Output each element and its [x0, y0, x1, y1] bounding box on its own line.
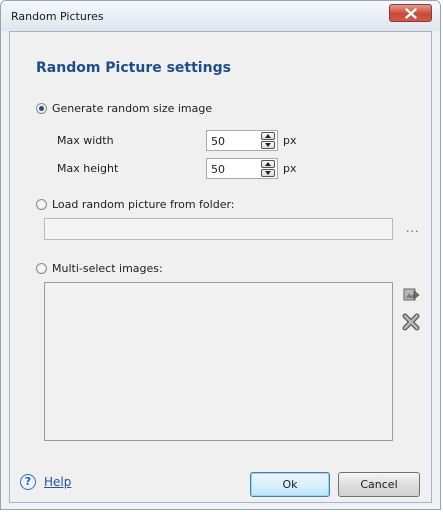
- max-height-spin-buttons: [261, 160, 276, 177]
- max-width-unit: px: [283, 134, 297, 147]
- folder-path-input[interactable]: [44, 218, 393, 240]
- max-width-increment-button[interactable]: [261, 132, 275, 140]
- radio-multi-label: Multi-select images:: [52, 262, 163, 275]
- max-height-spinner[interactable]: 50: [206, 158, 278, 179]
- remove-image-button[interactable]: [402, 313, 420, 334]
- radio-generate-random-size[interactable]: [36, 103, 47, 114]
- max-width-value: 50: [211, 135, 225, 148]
- dialog-content: Random Picture settings Generate random …: [9, 31, 432, 503]
- max-height-increment-button[interactable]: [261, 160, 275, 168]
- close-icon: [405, 8, 417, 19]
- help-link[interactable]: Help: [44, 475, 71, 489]
- arrow-down-icon: [265, 143, 271, 147]
- add-image-icon: [403, 288, 420, 301]
- help-icon[interactable]: ?: [20, 474, 36, 490]
- ok-button[interactable]: Ok: [250, 472, 330, 497]
- radio-load-from-folder[interactable]: [36, 199, 47, 210]
- max-height-value: 50: [211, 163, 225, 176]
- remove-image-icon: [402, 313, 420, 331]
- radio-folder-label: Load random picture from folder:: [52, 198, 235, 211]
- dialog-window: Random Pictures Random Picture settings …: [0, 0, 441, 510]
- close-button[interactable]: [389, 4, 432, 22]
- max-width-spinner[interactable]: 50: [206, 130, 278, 151]
- cancel-button[interactable]: Cancel: [338, 472, 420, 497]
- radio-generate-label: Generate random size image: [52, 102, 213, 115]
- max-height-label: Max height: [57, 162, 119, 175]
- images-listbox[interactable]: [44, 282, 393, 441]
- max-height-unit: px: [283, 162, 297, 175]
- arrow-down-icon: [265, 171, 271, 175]
- max-width-spin-buttons: [261, 132, 276, 149]
- radio-multi-select[interactable]: [36, 263, 47, 274]
- browse-folder-button[interactable]: ...: [406, 222, 420, 235]
- max-width-label: Max width: [57, 134, 114, 147]
- max-width-decrement-button[interactable]: [261, 141, 275, 149]
- arrow-up-icon: [265, 134, 271, 138]
- arrow-up-icon: [265, 162, 271, 166]
- settings-heading: Random Picture settings: [36, 60, 231, 76]
- max-height-decrement-button[interactable]: [261, 169, 275, 177]
- window-title: Random Pictures: [11, 10, 104, 23]
- title-bar: Random Pictures: [1, 1, 440, 31]
- add-image-button[interactable]: [402, 285, 420, 306]
